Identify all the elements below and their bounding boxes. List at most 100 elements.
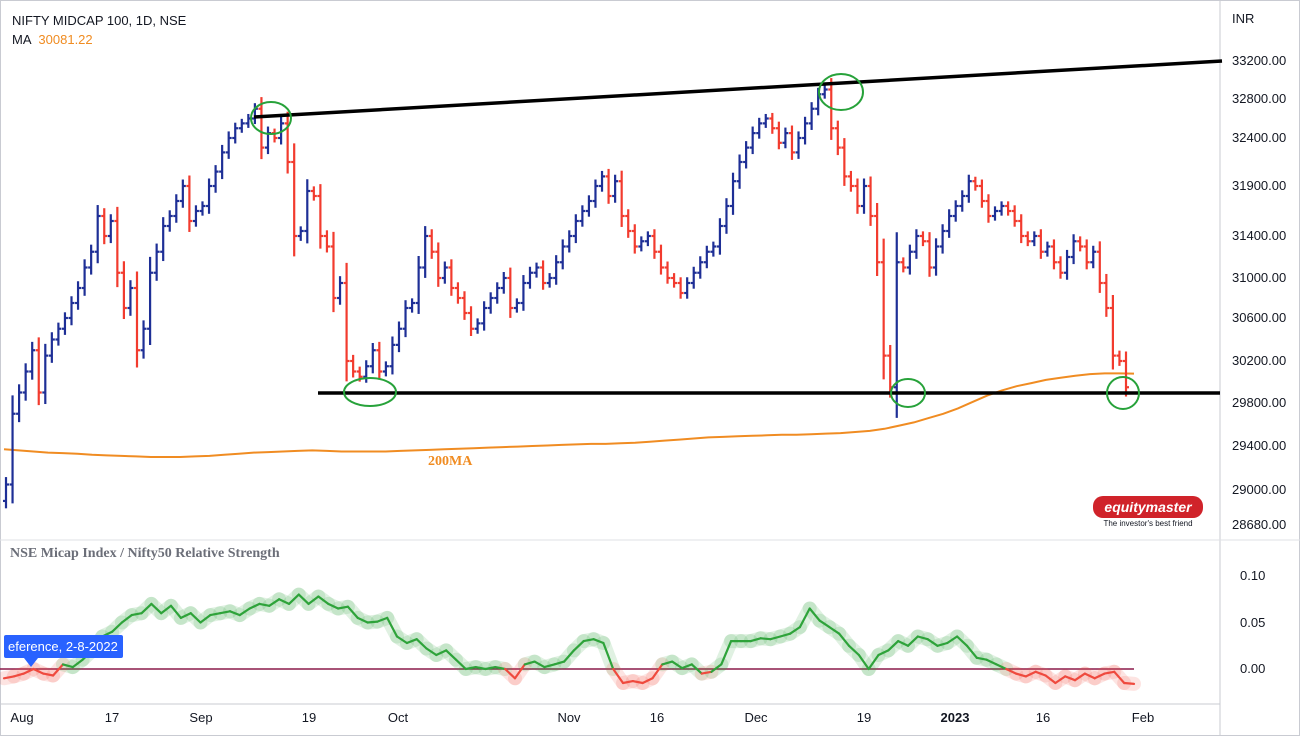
ohlc-bar	[186, 175, 193, 232]
ohlc-bar	[821, 85, 828, 99]
price-axis-unit: INR	[1232, 11, 1254, 26]
price-tick-label: 31400.00	[1232, 228, 1286, 243]
time-tick-label: Nov	[557, 710, 581, 725]
ohlc-bar	[1083, 239, 1090, 270]
ohlc-bar	[173, 194, 180, 223]
ohlc-bar	[330, 231, 337, 313]
logo-tagline: The investor's best friend	[1103, 519, 1192, 528]
ohlc-bar	[631, 224, 638, 254]
ohlc-bar	[409, 298, 416, 313]
ma-200-path	[3, 372, 1135, 458]
ohlc-bar	[769, 112, 776, 134]
ohlc-bar	[264, 126, 271, 155]
ohlc-bar	[566, 230, 573, 253]
ohlc-bar	[343, 262, 350, 382]
price-axis[interactable]: 33200.00 32800.00 32400.00 31900.00 31400.00…	[1232, 53, 1286, 532]
ohlc-bar	[1044, 241, 1051, 257]
price-tick-label: 29000.00	[1232, 482, 1286, 497]
ohlc-bar	[657, 244, 664, 275]
ohlc-bar	[133, 271, 140, 368]
time-tick-label: Aug	[10, 710, 33, 725]
rs-segment	[1123, 681, 1136, 686]
ohlc-bar	[743, 141, 750, 169]
ohlc-bar	[716, 218, 723, 255]
time-axis[interactable]: Aug 17 Sep 19 Oct Nov 16 Dec 19 2023 16 Feb	[10, 710, 1154, 725]
rs-pane-title: NSE Micap Index / Nifty50 Relative Stren…	[10, 546, 280, 561]
ohlc-bar	[854, 178, 861, 214]
rs-tick-label: 0.05	[1240, 615, 1265, 630]
ohlc-bar	[900, 257, 907, 273]
ohlc-bar	[468, 306, 475, 337]
chart-canvas[interactable]: 33200.00 32800.00 32400.00 31900.00 31400.00…	[0, 0, 1300, 736]
ohlc-bar	[219, 144, 226, 180]
ohlc-bar	[166, 210, 173, 232]
ohlc-bar	[114, 206, 121, 288]
ohlc-bar	[788, 125, 795, 160]
ohlc-bar	[55, 322, 62, 346]
price-tick-label: 29800.00	[1232, 395, 1286, 410]
ohlc-bar	[651, 229, 658, 259]
ohlc-bar	[1064, 249, 1071, 280]
ohlc-bar	[461, 291, 468, 320]
ohlc-bar	[1018, 214, 1025, 244]
ohlc-bar	[435, 242, 442, 287]
ohlc-bar	[428, 229, 435, 259]
ohlc-bar	[808, 102, 815, 130]
ohlc-bar	[703, 245, 710, 269]
ohlc-bar	[559, 239, 566, 270]
price-tick-label: 28680.00	[1232, 517, 1286, 532]
ohlc-bar	[1070, 234, 1077, 265]
ohlc-bar	[487, 292, 494, 314]
ohlc-bar	[179, 179, 186, 208]
ohlc-bar	[952, 200, 959, 222]
ohlc-bar	[526, 266, 533, 289]
ohlc-bar	[454, 282, 461, 304]
ohlc-bar	[474, 318, 481, 334]
ohlc-bar	[206, 178, 213, 214]
time-tick-label: 16	[1036, 710, 1050, 725]
ohlc-bar	[291, 143, 298, 257]
resistance-trendline	[253, 59, 1223, 119]
rs-axis[interactable]: 0.10 0.05 0.00	[1240, 568, 1265, 676]
time-tick-label: 16	[650, 710, 664, 725]
ohlc-bar	[1037, 229, 1044, 259]
time-tick-label: 2023	[941, 710, 970, 725]
ohlc-bar	[677, 277, 684, 299]
ma-200-line	[3, 372, 1135, 458]
ohlc-bar	[664, 261, 671, 284]
ohlc-bar	[730, 172, 737, 215]
ohlc-bar	[402, 300, 409, 338]
time-tick-label: 19	[857, 710, 871, 725]
ohlc-bar	[153, 243, 160, 281]
ohlc-bar	[893, 232, 900, 418]
ohlc-bar	[507, 267, 514, 318]
ohlc-bar	[42, 343, 49, 405]
price-tick-label: 33200.00	[1232, 53, 1286, 68]
reference-tag-label: eference, 2-8-2022	[8, 639, 118, 654]
ohlc-bar	[972, 176, 979, 191]
ohlc-bar	[363, 360, 370, 383]
ohlc-bar	[238, 118, 245, 133]
ohlc-bar	[101, 208, 108, 245]
ohlc-bar	[998, 201, 1005, 216]
ohlc-bar	[323, 230, 330, 253]
ohlc-bar	[710, 241, 717, 257]
ohlc-bar	[1096, 241, 1103, 293]
ohlc-bar	[107, 214, 114, 244]
ohlc-bar	[369, 342, 376, 374]
ohlc-bar	[448, 259, 455, 296]
ohlc-bar	[625, 209, 632, 238]
price-tick-label: 29400.00	[1232, 438, 1286, 453]
ohlc-bar	[88, 244, 95, 275]
ohlc-bar	[540, 260, 547, 290]
ohlc-bar	[847, 170, 854, 192]
ohlc-bar	[723, 198, 730, 234]
ohlc-bar	[959, 190, 966, 212]
ohlc-bar	[35, 337, 42, 406]
ohlc-bar	[1109, 294, 1116, 370]
ohlc-bar	[638, 236, 645, 252]
ohlc-bar	[520, 275, 527, 311]
time-tick-label: Oct	[388, 710, 409, 725]
ohlc-bar	[697, 256, 704, 279]
ohlc-bar	[585, 195, 592, 217]
